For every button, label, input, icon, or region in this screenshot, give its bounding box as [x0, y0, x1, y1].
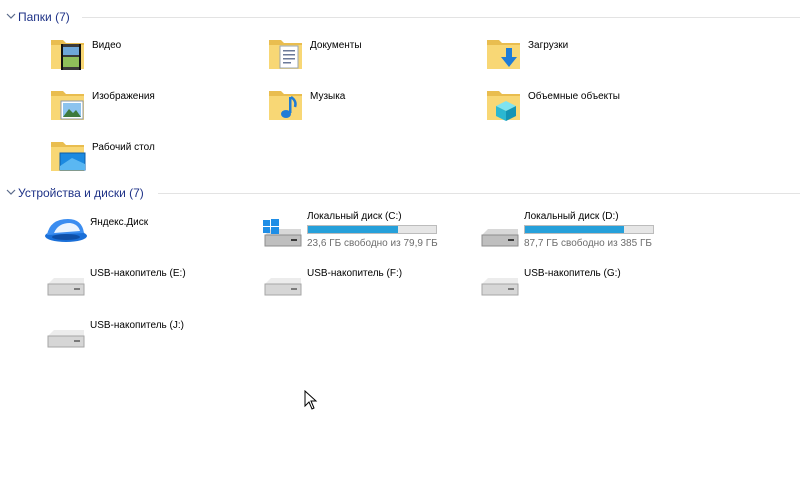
group-header-folders[interactable]: Папки (7) — [0, 8, 800, 26]
folder-tile-pictures[interactable]: Изображения — [48, 85, 248, 131]
drive-label: Локальный диск (D:) — [524, 211, 619, 222]
desktop-folder-icon — [51, 142, 86, 171]
drive-usage-bar — [307, 225, 437, 234]
folder-tile-3d-objects[interactable]: Объемные объекты — [484, 85, 704, 131]
group-divider — [158, 193, 800, 194]
usb-drive-icon — [47, 330, 85, 348]
folder-tile-music[interactable]: Музыка — [266, 85, 466, 131]
folder-label: Рабочий стол — [92, 142, 155, 153]
drive-label: USB-накопитель (F:) — [307, 268, 403, 279]
3d-objects-folder-icon — [487, 91, 520, 121]
chevron-down-icon[interactable] — [6, 11, 16, 21]
windows-drive-icon — [263, 219, 302, 247]
drive-c[interactable]: Локальный диск (C:) 23,6 ГБ свободно из … — [261, 211, 481, 257]
chevron-down-icon[interactable] — [6, 187, 16, 197]
drive-label: Яндекс.Диск — [90, 217, 149, 228]
drive-d[interactable]: Локальный диск (D:) 87,7 ГБ свободно из … — [478, 211, 698, 257]
drive-label: USB-накопитель (G:) — [524, 268, 621, 279]
folder-label: Музыка — [310, 91, 346, 102]
drive-free-space: 23,6 ГБ свободно из 79,9 ГБ — [307, 238, 438, 249]
group-title-devices: Устройства и диски (7) — [18, 186, 144, 200]
music-folder-icon — [269, 91, 302, 120]
drive-label: Локальный диск (C:) — [307, 211, 402, 222]
usb-drive-icon — [481, 278, 519, 296]
drive-usb-g[interactable]: USB-накопитель (G:) — [478, 266, 678, 312]
folder-label: Загрузки — [528, 40, 569, 51]
drive-usage-fill — [308, 226, 399, 233]
pictures-folder-icon — [51, 91, 84, 120]
yandex-disk-icon — [45, 219, 87, 242]
drive-usb-f[interactable]: USB-накопитель (F:) — [261, 266, 461, 312]
usb-drive-icon — [47, 278, 85, 296]
documents-folder-icon — [269, 40, 302, 69]
group-divider — [82, 17, 800, 18]
folder-tile-video[interactable]: Видео — [48, 34, 248, 80]
drive-usb-e[interactable]: USB-накопитель (E:) — [44, 266, 244, 312]
drive-label: USB-накопитель (E:) — [90, 268, 186, 279]
drive-usb-j[interactable]: USB-накопитель (J:) — [44, 318, 244, 364]
folder-tile-documents[interactable]: Документы — [266, 34, 466, 80]
drive-usage-bar — [524, 225, 654, 234]
hard-drive-icon — [481, 229, 519, 247]
mouse-cursor-icon — [304, 390, 318, 410]
drive-yandex-disk[interactable]: Яндекс.Диск — [44, 211, 244, 257]
video-folder-icon — [51, 40, 84, 70]
downloads-folder-icon — [487, 40, 520, 69]
group-header-devices[interactable]: Устройства и диски (7) — [0, 184, 800, 202]
drive-free-space: 87,7 ГБ свободно из 385 ГБ — [524, 238, 652, 249]
folder-tile-desktop[interactable]: Рабочий стол — [48, 136, 248, 182]
drive-label: USB-накопитель (J:) — [90, 320, 184, 331]
group-title-folders: Папки (7) — [18, 10, 70, 24]
folder-tile-downloads[interactable]: Загрузки — [484, 34, 684, 80]
folder-label: Объемные объекты — [528, 91, 620, 102]
folder-label: Документы — [310, 40, 362, 51]
folder-label: Видео — [92, 40, 122, 51]
folder-label: Изображения — [92, 91, 155, 102]
drive-usage-fill — [525, 226, 624, 233]
usb-drive-icon — [264, 278, 302, 296]
